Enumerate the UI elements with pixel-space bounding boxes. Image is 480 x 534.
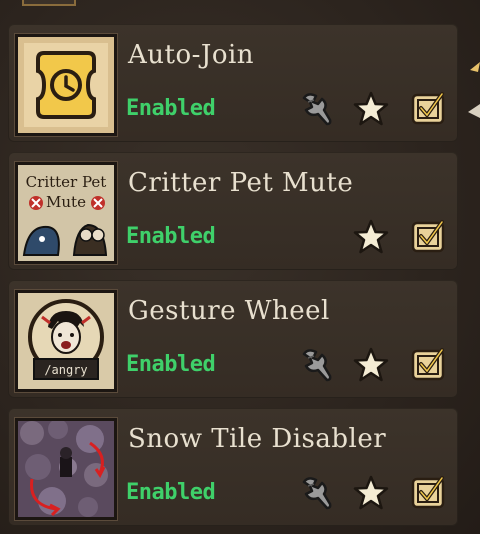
mod-name: Gesture Wheel — [128, 296, 330, 326]
critter-pet-mute-thumbnail: Critter Pet Mute — [18, 165, 114, 261]
gesture-wheel-thumbnail: /angry — [18, 293, 114, 389]
previous-row-edge — [22, 0, 76, 6]
mod-status-enabled: Enabled — [126, 352, 216, 377]
enabled-checkbox-icon[interactable] — [410, 474, 448, 512]
clock-ticket-icon — [18, 37, 114, 133]
thumb-title-line1: Critter Pet — [26, 173, 107, 191]
mod-row-critter-pet-mute[interactable]: Critter Pet Mute Critter Pet Mute Enable… — [8, 152, 458, 270]
mod-status-enabled: Enabled — [126, 480, 216, 505]
mod-name: Snow Tile Disabler — [128, 424, 387, 454]
thumb-title-line2: Mute — [46, 193, 86, 211]
mod-name: Critter Pet Mute — [128, 168, 354, 198]
mod-row-snow-tile-disabler[interactable]: Snow Tile Disabler Enabled — [8, 408, 458, 526]
mod-list: Auto-Join Enabled Critter Pet Mute Critt… — [0, 24, 480, 534]
mod-thumbnail — [14, 417, 118, 521]
mod-thumbnail — [14, 33, 118, 137]
enabled-checkbox-icon[interactable] — [410, 90, 448, 128]
mod-name: Auto-Join — [128, 40, 255, 70]
favorite-star-icon[interactable] — [352, 90, 390, 128]
favorite-star-icon[interactable] — [352, 346, 390, 384]
mod-status-enabled: Enabled — [126, 96, 216, 121]
wrench-config-icon[interactable] — [298, 90, 336, 128]
favorite-star-icon[interactable] — [352, 218, 390, 256]
favorite-star-icon[interactable] — [352, 474, 390, 512]
mod-thumbnail: Critter Pet Mute — [14, 161, 118, 265]
wrench-config-icon[interactable] — [298, 346, 336, 384]
mods-panel: Auto-Join Enabled Critter Pet Mute Critt… — [0, 0, 480, 534]
wrench-config-icon[interactable] — [298, 474, 336, 512]
snow-tile-thumbnail — [18, 421, 114, 517]
mod-thumbnail: /angry — [14, 289, 118, 393]
mod-row-auto-join[interactable]: Auto-Join Enabled — [8, 24, 458, 142]
mod-row-gesture-wheel[interactable]: /angry Gesture Wheel Enabled — [8, 280, 458, 398]
mod-status-enabled: Enabled — [126, 224, 216, 249]
thumb-caption: /angry — [44, 363, 87, 377]
enabled-checkbox-icon[interactable] — [410, 218, 448, 256]
enabled-checkbox-icon[interactable] — [410, 346, 448, 384]
